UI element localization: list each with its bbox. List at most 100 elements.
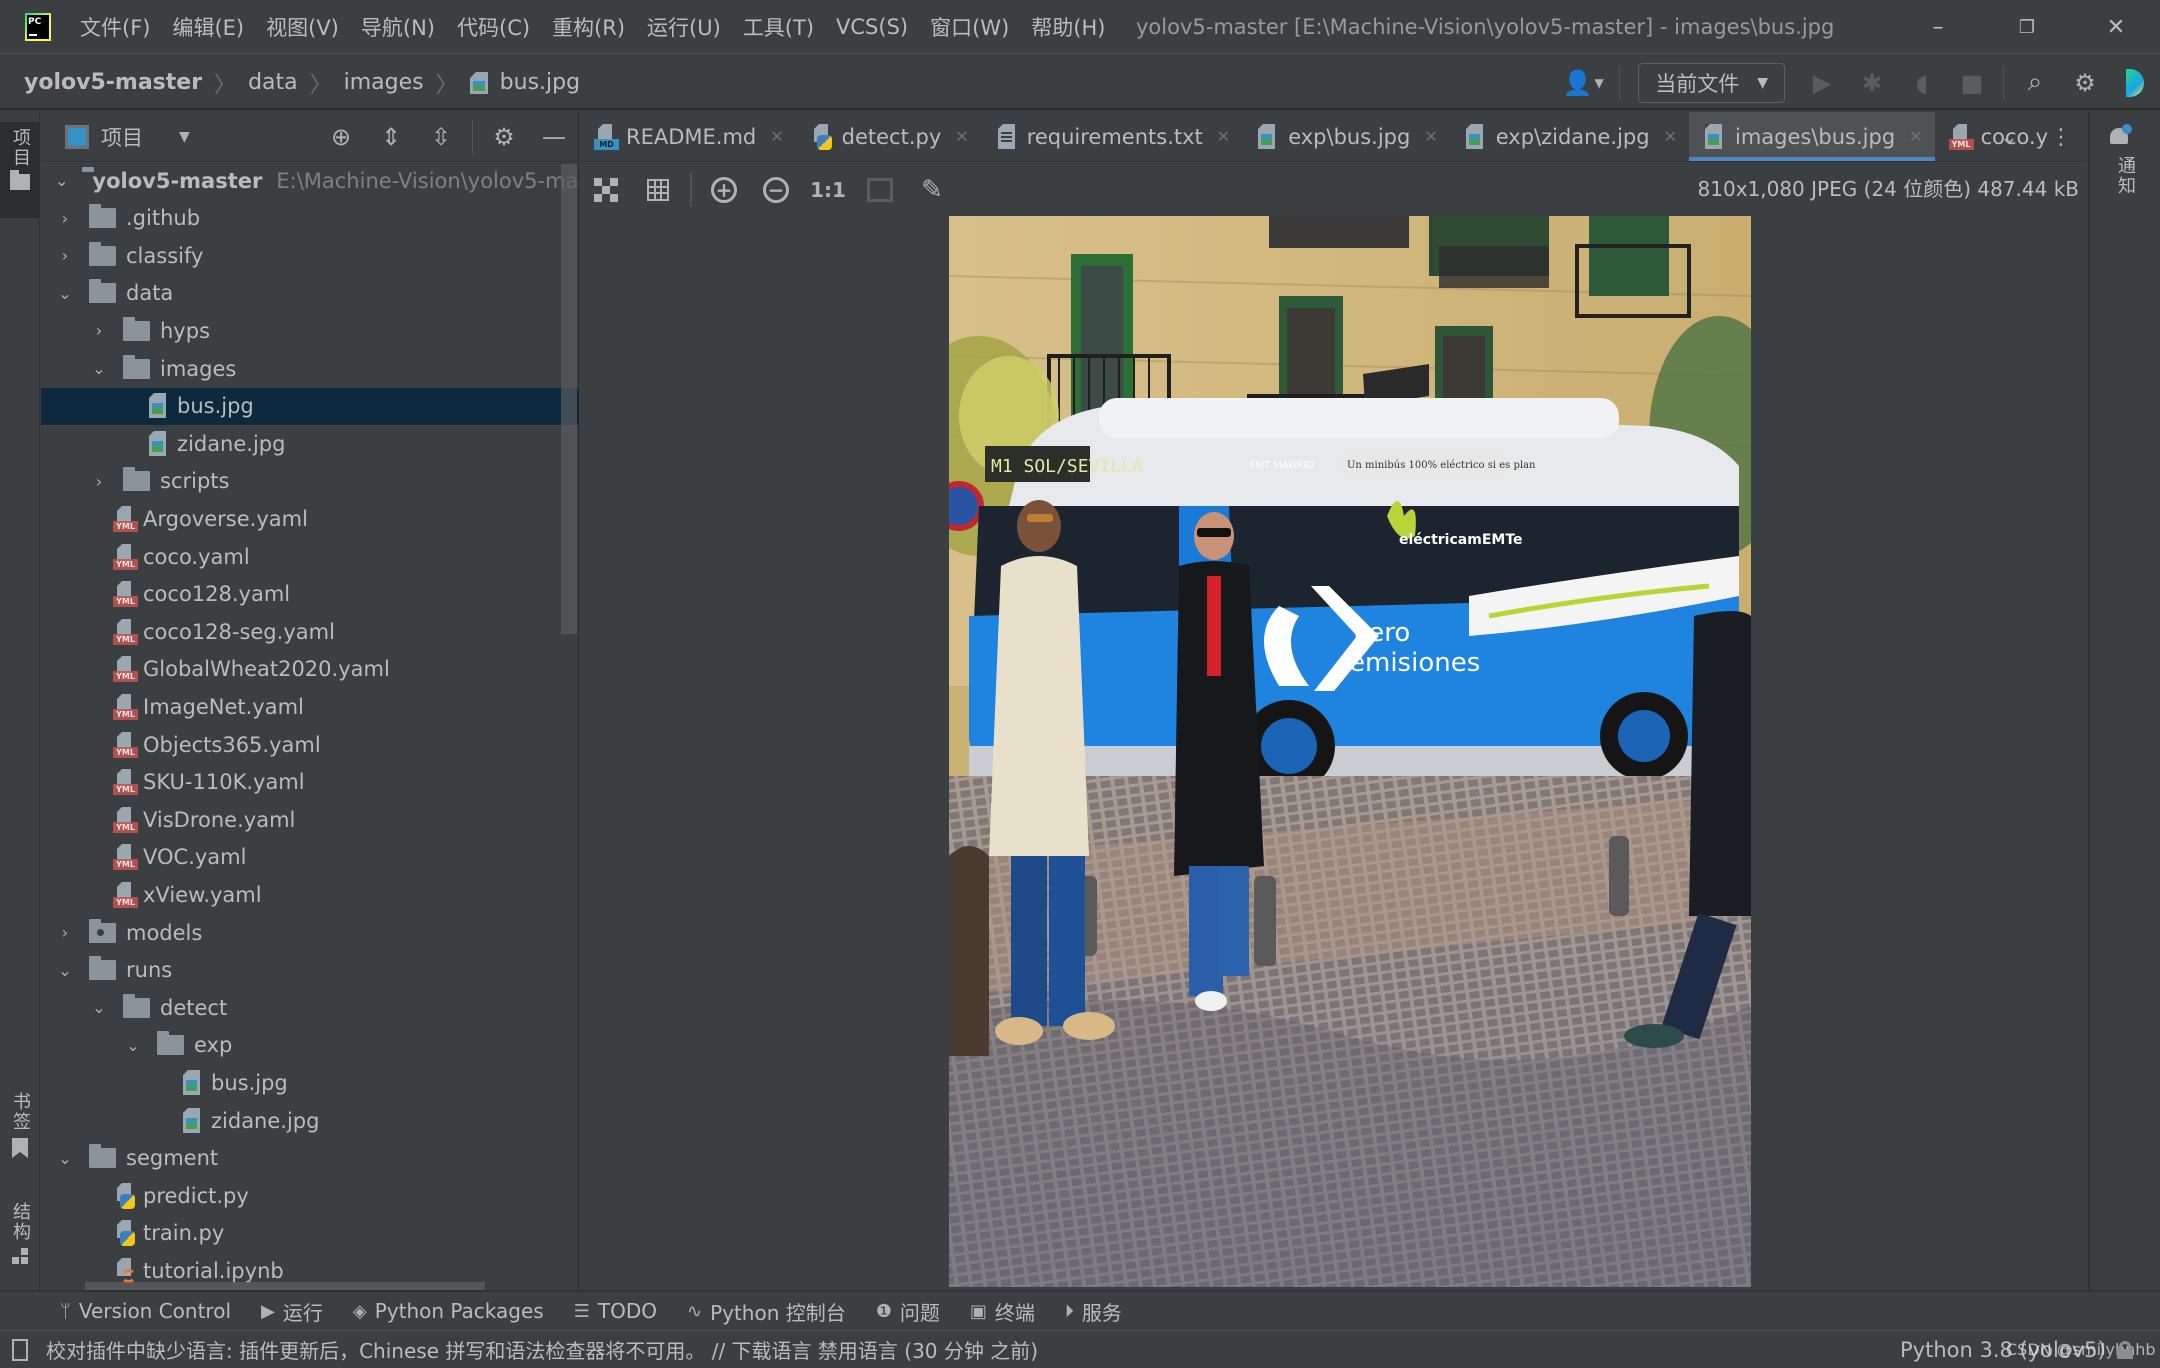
close-icon[interactable]: ✕ bbox=[955, 127, 968, 146]
chevron-down-icon[interactable]: ⌄ bbox=[55, 284, 75, 303]
fit-zoom-button[interactable] bbox=[854, 163, 906, 216]
tab-detect-py[interactable]: detect.py ✕ bbox=[796, 112, 981, 161]
minimize-button[interactable]: – bbox=[1908, 0, 1968, 54]
tree-item[interactable]: ›zidane.jpg bbox=[41, 1102, 579, 1139]
chevron-right-icon[interactable]: › bbox=[55, 923, 75, 942]
tab-requirements[interactable]: requirements.txt ✕ bbox=[981, 112, 1243, 161]
tab-exp-bus[interactable]: exp\bus.jpg ✕ bbox=[1242, 112, 1450, 161]
tab-options-button[interactable]: ⋮ bbox=[2035, 125, 2087, 150]
tree-item[interactable]: ⌄ detect bbox=[41, 989, 579, 1026]
chevron-down-icon[interactable]: ⌄ bbox=[123, 1036, 143, 1055]
toggle-grid-button[interactable] bbox=[632, 163, 684, 216]
breadcrumb-data[interactable]: data bbox=[248, 70, 298, 95]
run-configuration-dropdown[interactable]: 当前文件 ▼ bbox=[1638, 62, 1785, 103]
chevron-down-icon[interactable]: ⌄ bbox=[89, 359, 109, 378]
chevron-right-icon[interactable]: › bbox=[55, 209, 75, 228]
bus-photo[interactable]: M1 SOL/SEVILLA EMT MADRID Un minibús 100… bbox=[949, 216, 1751, 1287]
tree-item[interactable]: ›bus.jpg bbox=[41, 387, 579, 425]
menu-window[interactable]: 窗口(W) bbox=[930, 12, 1009, 42]
toolwindow-python-console[interactable]: ∿ Python 控制台 bbox=[687, 1297, 846, 1326]
tree-item[interactable]: ›YMLcoco128-seg.yaml bbox=[41, 613, 579, 650]
tree-item[interactable]: ⌄ exp bbox=[41, 1027, 579, 1064]
jetbrains-toolbox-button[interactable] bbox=[2110, 55, 2160, 110]
tab-images-bus[interactable]: images\bus.jpg ✕ bbox=[1688, 112, 1935, 161]
hide-panel-button[interactable]: — bbox=[529, 112, 579, 162]
chevron-down-icon[interactable]: ⌄ bbox=[89, 998, 109, 1017]
tree-item[interactable]: ›YMLcoco128.yaml bbox=[41, 576, 579, 613]
settings-button[interactable]: ⚙ bbox=[2060, 55, 2110, 110]
tree-item[interactable]: ›YMLImageNet.yaml bbox=[41, 688, 579, 725]
chevron-right-icon[interactable]: › bbox=[89, 321, 109, 340]
tree-item[interactable]: ›YMLGlobalWheat2020.yaml bbox=[41, 651, 579, 688]
show-hidden-tabs-button[interactable]: ⌄ bbox=[1983, 125, 2035, 150]
tree-item[interactable]: ›YMLVOC.yaml bbox=[41, 839, 579, 876]
structure-tool-button[interactable]: 结构 bbox=[0, 1202, 40, 1264]
toolwindow-todo[interactable]: ☰ TODO bbox=[574, 1299, 657, 1323]
tree-item[interactable]: ›predict.py bbox=[41, 1177, 579, 1214]
toolwindow-problems[interactable]: ❶ 问题 bbox=[876, 1297, 940, 1326]
toolwindow-run[interactable]: ▶ 运行 bbox=[261, 1297, 323, 1326]
zoom-in-button[interactable]: + bbox=[698, 163, 750, 216]
tree-item[interactable]: › models bbox=[41, 914, 579, 951]
breadcrumb-images[interactable]: images bbox=[344, 70, 424, 95]
tree-item[interactable]: › classify bbox=[41, 237, 579, 274]
stop-button[interactable]: ■ bbox=[1947, 55, 1997, 110]
chevron-down-icon[interactable]: ⌄ bbox=[55, 961, 75, 980]
tree-item[interactable]: ⌄ images bbox=[41, 350, 579, 387]
tree-horizontal-scrollbar[interactable] bbox=[85, 1282, 485, 1290]
menu-tools[interactable]: 工具(T) bbox=[743, 12, 814, 42]
menu-navigate[interactable]: 导航(N) bbox=[361, 12, 435, 42]
coverage-button[interactable]: ◖ bbox=[1897, 55, 1947, 110]
tree-item[interactable]: › hyps bbox=[41, 312, 579, 349]
zoom-out-button[interactable]: − bbox=[750, 163, 802, 216]
tree-item[interactable]: ›train.py bbox=[41, 1215, 579, 1252]
tree-item[interactable]: ›YMLObjects365.yaml bbox=[41, 726, 579, 763]
project-tool-button[interactable]: 项目 bbox=[0, 122, 40, 218]
breadcrumb-file[interactable]: bus.jpg bbox=[500, 70, 580, 95]
tree-item[interactable]: › scripts bbox=[41, 463, 579, 500]
menu-code[interactable]: 代码(C) bbox=[457, 12, 530, 42]
toolwindow-terminal[interactable]: ▣ 终端 bbox=[970, 1297, 1035, 1326]
tree-item[interactable]: ›bus.jpg bbox=[41, 1064, 579, 1101]
tree-root[interactable]: ⌄ yolov5-master E:\Machine-Vision\yolov5… bbox=[41, 162, 579, 199]
tree-item[interactable]: ⌄ segment bbox=[41, 1140, 579, 1177]
tree-item[interactable]: ›YMLVisDrone.yaml bbox=[41, 801, 579, 838]
menu-refactor[interactable]: 重构(R) bbox=[552, 12, 625, 42]
tab-exp-zidane[interactable]: exp\zidane.jpg ✕ bbox=[1450, 112, 1689, 161]
tree-item[interactable]: › .github bbox=[41, 200, 579, 237]
chevron-down-icon[interactable]: ⌄ bbox=[55, 1149, 75, 1168]
tree-vertical-scrollbar[interactable] bbox=[561, 164, 577, 634]
close-icon[interactable]: ✕ bbox=[1909, 127, 1922, 146]
color-picker-button[interactable]: ✎ bbox=[906, 163, 958, 216]
tree-item[interactable]: ›YMLxView.yaml bbox=[41, 876, 579, 913]
status-message[interactable]: 校对插件中缺少语言: 插件更新后，Chinese 拼写和语法检查器将不可用。 /… bbox=[12, 1335, 1038, 1364]
close-icon[interactable]: ✕ bbox=[770, 127, 783, 146]
close-icon[interactable]: ✕ bbox=[1217, 127, 1230, 146]
account-button[interactable]: 👤 ▼ bbox=[1553, 55, 1613, 110]
expand-all-button[interactable]: ⇕ bbox=[366, 112, 416, 162]
tree-item[interactable]: ⌄ data bbox=[41, 275, 579, 312]
close-icon[interactable]: ✕ bbox=[1664, 127, 1677, 146]
menu-run[interactable]: 运行(U) bbox=[647, 12, 721, 42]
panel-options-button[interactable]: ⚙ bbox=[479, 112, 529, 162]
tree-item[interactable]: ›YMLcoco.yaml bbox=[41, 538, 579, 575]
lock-icon[interactable] bbox=[2117, 1341, 2133, 1359]
menu-help[interactable]: 帮助(H) bbox=[1031, 12, 1105, 42]
toggle-chessboard-button[interactable] bbox=[580, 163, 632, 216]
tree-item[interactable]: ⌄ runs bbox=[41, 952, 579, 989]
chevron-right-icon[interactable]: › bbox=[89, 472, 109, 491]
chevron-right-icon[interactable]: › bbox=[55, 246, 75, 265]
tree-item[interactable]: ›YMLArgoverse.yaml bbox=[41, 500, 579, 537]
menu-vcs[interactable]: VCS(S) bbox=[836, 15, 908, 39]
tool-windows-toggle-icon[interactable] bbox=[12, 1338, 28, 1361]
tree-item[interactable]: ›zidane.jpg bbox=[41, 425, 579, 462]
actual-size-button[interactable]: 1:1 bbox=[802, 163, 854, 216]
close-button[interactable]: ✕ bbox=[2086, 0, 2146, 54]
bookmarks-tool-button[interactable]: 书签 bbox=[0, 1092, 40, 1158]
project-view-selector[interactable]: 项目 ▼ bbox=[65, 122, 190, 152]
menu-file[interactable]: 文件(F) bbox=[80, 12, 150, 42]
breadcrumb-root[interactable]: yolov5-master bbox=[24, 70, 202, 95]
run-button[interactable]: ▶ bbox=[1797, 55, 1847, 110]
restore-button[interactable]: ❐ bbox=[1997, 0, 2057, 54]
select-opened-file-button[interactable]: ⊕ bbox=[316, 112, 366, 162]
